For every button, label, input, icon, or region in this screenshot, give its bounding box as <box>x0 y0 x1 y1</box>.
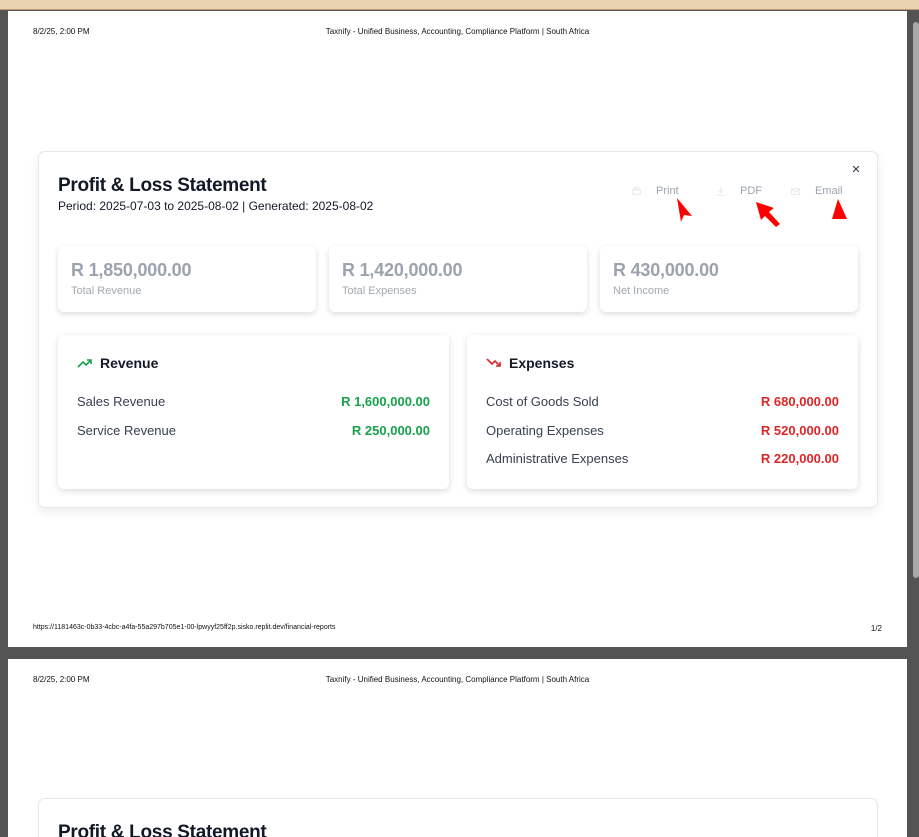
summary-amount: R 1,420,000.00 <box>342 260 463 280</box>
revenue-panel: Revenue Sales Revenue R 1,600,000.00 Ser… <box>58 335 449 489</box>
annotation-arrow-pdf <box>756 202 780 227</box>
revenue-item-name: Sales Revenue <box>77 394 166 409</box>
window-top-strip <box>0 0 919 10</box>
report-period: Period: 2025-07-03 to 2025-08-02 | Gener… <box>58 199 374 213</box>
print-footer-url: https://1181463c-0b33-4cbc-a4fa-55a297b7… <box>33 624 336 631</box>
summary-amount: R 430,000.00 <box>613 260 719 280</box>
revenue-row: Service Revenue R 250,000.00 <box>77 423 430 438</box>
pdf-label: PDF <box>740 185 762 197</box>
print-header-title: Taxnify - Unified Business, Accounting, … <box>325 27 590 36</box>
printer-icon <box>631 186 642 195</box>
summary-card-net-income: R 430,000.00 Net Income <box>600 246 858 312</box>
expense-item-amount: R 680,000.00 <box>760 394 839 409</box>
print-footer-page-number: 1/2 <box>870 624 882 633</box>
trending-down-icon <box>486 358 501 367</box>
summary-card-total-expenses: R 1,420,000.00 Total Expenses <box>329 246 587 312</box>
report-title: Profit & Loss Statement <box>58 175 267 196</box>
expenses-title: Expenses <box>509 355 575 371</box>
print-button[interactable]: Print <box>631 185 679 197</box>
expense-item-amount: R 520,000.00 <box>760 423 839 438</box>
summary-label: Total Expenses <box>342 285 417 297</box>
email-label: Email <box>815 185 843 197</box>
expense-item-name: Cost of Goods Sold <box>486 394 599 409</box>
profit-loss-card: Profit & Loss Statement <box>38 798 878 837</box>
expense-row: Cost of Goods Sold R 680,000.00 <box>486 394 839 409</box>
download-icon <box>716 186 725 196</box>
revenue-item-name: Service Revenue <box>77 423 176 438</box>
viewer-scrollbar[interactable] <box>913 22 919 578</box>
revenue-item-amount: R 250,000.00 <box>351 423 430 438</box>
summary-card-total-revenue: R 1,850,000.00 Total Revenue <box>58 246 316 312</box>
revenue-row: Sales Revenue R 1,600,000.00 <box>77 394 430 409</box>
print-header-title: Taxnify - Unified Business, Accounting, … <box>325 675 590 684</box>
expense-row: Administrative Expenses R 220,000.00 <box>486 451 839 466</box>
annotation-arrow-email <box>832 199 847 219</box>
annotation-arrow-print <box>677 198 692 222</box>
close-button[interactable]: × <box>849 162 863 177</box>
print-page-2: 8/2/25, 2:00 PM Taxnify - Unified Busine… <box>8 659 907 837</box>
expense-item-amount: R 220,000.00 <box>760 451 839 466</box>
profit-loss-card: × Profit & Loss Statement Period: 2025-0… <box>38 151 878 508</box>
expense-item-name: Operating Expenses <box>486 423 604 438</box>
revenue-title: Revenue <box>100 355 159 371</box>
expense-item-name: Administrative Expenses <box>486 451 629 466</box>
revenue-item-amount: R 1,600,000.00 <box>341 394 430 409</box>
report-title: Profit & Loss Statement <box>58 822 267 837</box>
print-page-1: 8/2/25, 2:00 PM Taxnify - Unified Busine… <box>8 11 907 647</box>
email-button[interactable]: Email <box>790 185 843 197</box>
expense-row: Operating Expenses R 520,000.00 <box>486 423 839 438</box>
trending-up-icon <box>77 359 92 368</box>
pdf-button[interactable]: PDF <box>715 185 762 197</box>
summary-amount: R 1,850,000.00 <box>71 260 192 280</box>
summary-label: Net Income <box>613 285 670 297</box>
expenses-panel: Expenses Cost of Goods Sold R 680,000.00… <box>467 335 858 489</box>
mail-icon <box>790 187 801 195</box>
summary-label: Total Revenue <box>71 285 142 297</box>
